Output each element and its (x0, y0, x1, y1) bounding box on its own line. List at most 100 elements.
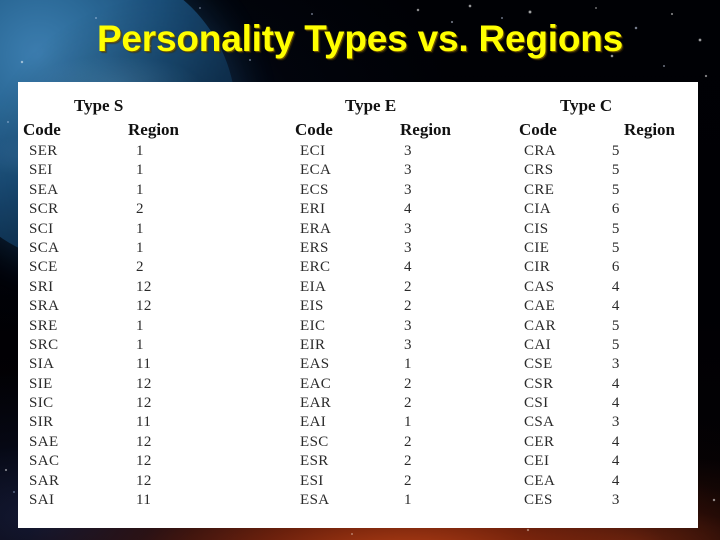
table-row: CAR 5 (524, 317, 698, 336)
table-row: SCI 1 (29, 220, 290, 239)
table-row: CAE 4 (524, 297, 698, 316)
cell-code: SIA (29, 356, 55, 373)
cell-region: 2 (404, 433, 412, 450)
table-row: CSE 3 (524, 355, 698, 374)
table-row: SIA 11 (29, 355, 290, 374)
cell-region: 2 (136, 259, 144, 276)
cell-region: 4 (611, 453, 620, 470)
cell-region: 12 (136, 433, 152, 450)
table-row: SCE 2 (29, 258, 290, 277)
cell-region: 5 (611, 317, 620, 334)
cell-code: EAR (300, 395, 332, 412)
cell-code: ECA (300, 162, 332, 179)
table-row: SIR 11 (29, 413, 290, 432)
cell-code: ESR (300, 453, 329, 470)
cell-region: 3 (404, 143, 412, 159)
table-row: EAS 1 (300, 355, 510, 374)
cell-region: 4 (611, 472, 620, 489)
table-rows: ECI 3 ECA 3 ECS 3 ERI 4 ERA 3 ERS 3 ERC 4 EIA 2 EIS 2 EIC 3… (300, 142, 510, 510)
cell-code: EIA (300, 278, 327, 295)
table-row: CSA 3 (524, 413, 698, 432)
cell-code: SCR (29, 201, 59, 218)
cell-region: 12 (136, 453, 152, 470)
table-row: SCR 2 (29, 200, 290, 219)
cell-region: 6 (611, 201, 620, 218)
cell-code: CEA (524, 472, 556, 489)
table-row: EIC 3 (300, 317, 510, 336)
cell-region: 1 (136, 181, 144, 198)
cell-region: 4 (404, 201, 412, 218)
type-group-title: Type C (560, 96, 613, 115)
cell-code: SRE (29, 317, 58, 334)
cell-region: 2 (404, 298, 412, 315)
cell-code: SAI (29, 492, 55, 509)
cell-region: 1 (404, 414, 412, 431)
cell-region: 4 (611, 433, 620, 450)
header-region: Region (400, 120, 451, 139)
cell-code: CAE (524, 298, 556, 315)
cell-code: CIA (524, 201, 552, 218)
table-row: ERI 4 (300, 200, 510, 219)
cell-code: ERS (300, 239, 329, 256)
table-row: SRI 12 (29, 278, 290, 297)
table-row: CEI 4 (524, 452, 698, 471)
cell-code: SCE (29, 259, 58, 276)
cell-region: 5 (611, 336, 620, 353)
cell-region: 5 (611, 181, 620, 198)
cell-code: SCA (29, 239, 60, 256)
table-row: SAR 12 (29, 472, 290, 491)
table-row: SRA 12 (29, 297, 290, 316)
cell-code: SIE (29, 375, 53, 392)
type-group-s: Type S Code Region SER 1 SEI 1 SEA 1 SCR 2 SCI 1 S… (18, 82, 290, 528)
cell-region: 4 (611, 298, 620, 315)
cell-code: ECI (300, 143, 326, 159)
column-headers: Code Region (295, 119, 500, 140)
cell-region: 1 (404, 492, 412, 509)
table-row: ERC 4 (300, 258, 510, 277)
cell-region: 3 (611, 356, 620, 373)
cell-region: 3 (611, 492, 620, 509)
table-row: EIR 3 (300, 336, 510, 355)
table-row: CRS 5 (524, 161, 698, 180)
table-row: SCA 1 (29, 239, 290, 258)
data-table-panel: Type S Code Region SER 1 SEI 1 SEA 1 SCR 2 SCI 1 S… (18, 82, 698, 528)
type-group-title: Type E (345, 96, 397, 115)
table-row: EIA 2 (300, 278, 510, 297)
table-row: CER 4 (524, 433, 698, 452)
cell-code: CIR (524, 259, 551, 276)
cell-code: CIE (524, 239, 550, 256)
column-headers: Code Region (23, 119, 228, 140)
table-row: SAI 11 (29, 491, 290, 510)
cell-region: 11 (136, 414, 152, 431)
table-row: CEA 4 (524, 472, 698, 491)
cell-region: 3 (611, 414, 620, 431)
table-row: EAI 1 (300, 413, 510, 432)
cell-code: SAC (29, 453, 60, 470)
cell-code: SER (29, 143, 58, 159)
type-group-e: Type E Code Region ECI 3 ECA 3 ECS 3 ERI 4 ERA 3 E… (290, 82, 510, 528)
table-rows: SER 1 SEI 1 SEA 1 SCR 2 SCI 1 SCA 1 SCE 2 SRI 12 SRA 12 SR… (29, 142, 290, 510)
cell-region: 12 (136, 472, 152, 489)
table-row: SEA 1 (29, 181, 290, 200)
column-headers: Code Region (519, 119, 720, 140)
cell-region: 4 (611, 278, 620, 295)
cell-code: ECS (300, 181, 329, 198)
table-row: CIR 6 (524, 258, 698, 277)
table-row: ERA 3 (300, 220, 510, 239)
cell-code: EAI (300, 414, 327, 431)
cell-code: SRI (29, 278, 54, 295)
cell-region: 5 (611, 239, 620, 256)
cell-code: CSA (524, 414, 555, 431)
table-columns: Type S Code Region SER 1 SEI 1 SEA 1 SCR 2 SCI 1 S… (18, 82, 698, 528)
table-row: SIE 12 (29, 375, 290, 394)
cell-code: ESC (300, 433, 329, 450)
cell-region: 4 (611, 395, 620, 412)
cell-code: SEA (29, 181, 59, 198)
table-row: SAC 12 (29, 452, 290, 471)
table-row: ECA 3 (300, 161, 510, 180)
table-row: ECS 3 (300, 181, 510, 200)
cell-region: 12 (136, 298, 152, 315)
cell-region: 2 (404, 278, 412, 295)
cell-region: 12 (136, 395, 152, 412)
cell-code: SIC (29, 395, 54, 412)
